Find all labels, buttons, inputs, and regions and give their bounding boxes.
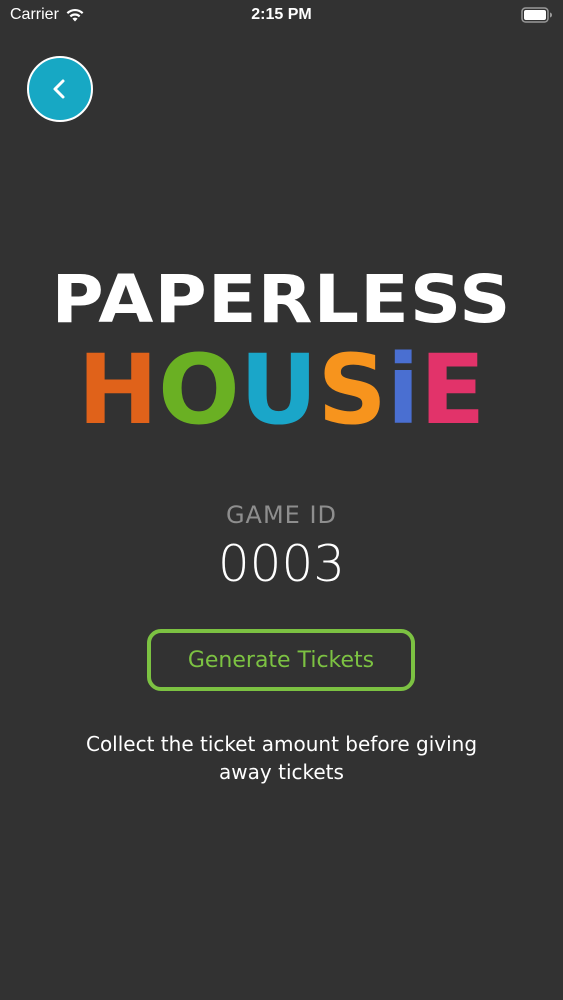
logo-title-paperless: PAPERLESS xyxy=(51,261,512,338)
battery-icon xyxy=(521,7,552,23)
logo-letter-s: S xyxy=(317,334,387,446)
game-id-label: GAME ID xyxy=(225,501,338,529)
status-bar: Carrier 2:15 PM xyxy=(0,0,563,30)
logo-letter-h: H xyxy=(77,334,159,446)
game-id-value: 0003 xyxy=(217,535,346,593)
logo-letter-u: U xyxy=(239,334,318,446)
back-button[interactable] xyxy=(27,56,93,122)
generate-tickets-button[interactable]: Generate Tickets xyxy=(147,629,415,691)
app-logo: PAPERLESS HOUSiE xyxy=(0,261,563,441)
logo-letter-e: E xyxy=(419,334,486,446)
logo-letter-o: O xyxy=(158,334,240,446)
chevron-left-icon xyxy=(53,79,65,99)
logo-title-housie: HOUSiE xyxy=(0,340,563,440)
instruction-note: Collect the ticket amount before giving … xyxy=(85,732,478,784)
logo-letter-i: i xyxy=(386,334,420,446)
status-time: 2:15 PM xyxy=(251,6,312,23)
